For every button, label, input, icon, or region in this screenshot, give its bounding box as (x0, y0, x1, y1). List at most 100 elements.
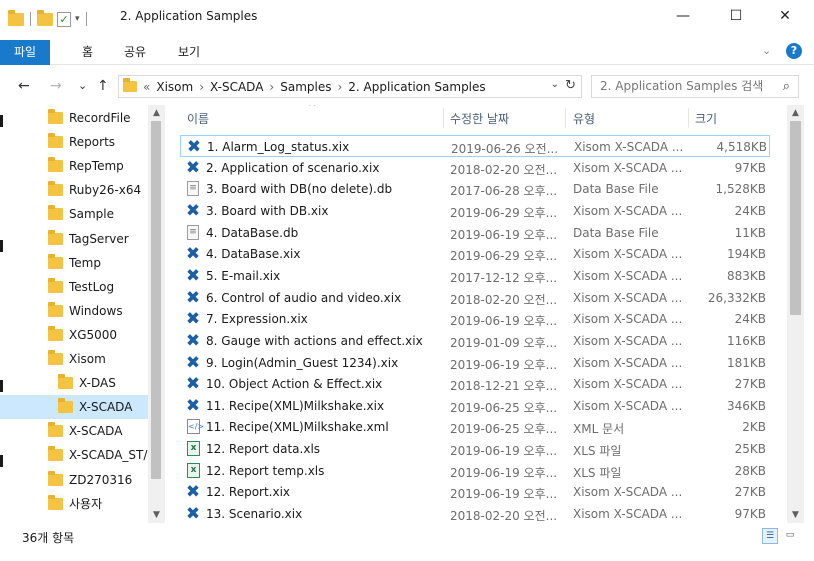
scroll-down-arrow-icon[interactable]: ▼ (787, 507, 804, 523)
column-header-type[interactable]: 유형 (573, 110, 595, 127)
file-row[interactable]: x 12. Report data.xls 2019-06-19 오후... XLS … (180, 438, 770, 460)
file-row[interactable]: ✖ 11. Recipe(XML)Milkshake.xix 2019-06-25 … (180, 395, 770, 417)
file-row[interactable]: ✖ 7. Expression.xix 2019-06-19 오후... Xisom … (180, 308, 770, 330)
file-name: 9. Login(Admin_Guest 1234).xix (206, 355, 399, 370)
large-icons-view-icon[interactable]: ▭ (782, 528, 798, 544)
tab-view[interactable]: 보기 (178, 41, 200, 63)
folder-icon (48, 109, 63, 124)
maximize-button[interactable]: ☐ (713, 0, 759, 32)
file-list-scrollbar-thumb[interactable] (790, 121, 801, 315)
breadcrumb-application-samples[interactable]: 2. Application Samples (348, 80, 485, 94)
file-row[interactable]: x 12. Report temp.xls 2019-06-19 오후... XLS … (180, 460, 770, 482)
sidebar-item[interactable]: RecordFile (0, 106, 148, 130)
file-type: Xisom X-SCADA ... (573, 355, 683, 370)
file-type: XLS 파일 (573, 465, 622, 480)
expand-ribbon-chevron-icon[interactable]: ⌄ (762, 44, 771, 57)
refresh-icon[interactable]: ↻ (565, 78, 576, 93)
xix-file-icon: ✖ (185, 309, 201, 330)
new-folder-icon[interactable] (37, 9, 53, 26)
file-row[interactable]: ✖ 6. Control of audio and video.xix 2018-0… (180, 287, 770, 309)
toolbar-divider (30, 12, 31, 26)
file-row[interactable]: ✖ 2. Application of scenario.xix 2018-02-2… (180, 157, 770, 179)
column-divider[interactable] (565, 108, 566, 128)
breadcrumb-separator-icon[interactable]: › (199, 80, 204, 94)
address-dropdown-icon[interactable]: ⌄ (551, 79, 559, 90)
item-count: 36개 항목 (22, 531, 75, 545)
breadcrumb-x-scada[interactable]: X-SCADA (210, 80, 263, 94)
breadcrumb-xisom[interactable]: Xisom (156, 80, 193, 94)
sidebar-item[interactable]: TestLog (0, 275, 148, 299)
file-name: 1. Alarm_Log_status.xix (207, 140, 350, 154)
sidebar-item[interactable]: Windows (0, 299, 148, 323)
file-row[interactable]: ✖ 8. Gauge with actions and effect.xix 201… (180, 330, 770, 352)
column-header-date[interactable]: 수정한 날짜 (450, 110, 509, 127)
tab-file[interactable]: 파일 (0, 40, 50, 65)
sidebar-item[interactable]: Reports (0, 130, 148, 154)
scroll-up-arrow-icon[interactable]: ▲ (148, 105, 165, 121)
file-row[interactable]: ≡ 4. DataBase.db 2019-06-19 오후... Data Base… (180, 222, 770, 244)
help-icon[interactable]: ? (786, 43, 802, 59)
file-type: Xisom X-SCADA ... (573, 398, 683, 413)
address-bar[interactable]: « Xisom › X-SCADA › Samples › 2. Applica… (118, 75, 582, 98)
customize-dropdown-icon[interactable]: ▾ (75, 14, 80, 24)
sidebar-item-label: Ruby26-x64 (69, 183, 142, 198)
file-row[interactable]: ✖ 10. Object Action & Effect.xix 2018-12-2… (180, 373, 770, 395)
minimize-button[interactable]: — (660, 0, 706, 32)
breadcrumb-separator-icon[interactable]: › (269, 80, 274, 94)
file-row[interactable]: ≡ 3. Board with DB(no delete).db 2017-06-2… (180, 178, 770, 200)
file-row[interactable]: ✖ 3. Board with DB.xix 2019-06-29 오후... Xis… (180, 200, 770, 222)
sidebar-item[interactable]: ZD270316 (0, 468, 148, 492)
file-row[interactable]: ✖ 13. Scenario.xix 2018-02-20 오전... Xisom X… (180, 503, 770, 523)
sidebar-item[interactable]: Xisom (0, 347, 148, 371)
scroll-down-arrow-icon[interactable]: ▼ (148, 507, 165, 523)
sidebar-item[interactable]: Sample (0, 202, 148, 226)
close-button[interactable]: ✕ (762, 0, 808, 32)
sidebar-item[interactable]: XG5000 (0, 323, 148, 347)
sidebar-item[interactable]: X-SCADA_ST/ (0, 443, 148, 467)
sidebar-item[interactable]: RepTemp (0, 154, 148, 178)
search-input[interactable]: 2. Application Samples 검색 ⌕ (591, 75, 799, 98)
column-header-size[interactable]: 크기 (695, 110, 717, 127)
file-date: 2019-06-19 오후... (450, 357, 558, 372)
file-row[interactable]: ✖ 1. Alarm_Log_status.xix 2019-06-26 오전...… (180, 135, 770, 157)
scroll-up-arrow-icon[interactable]: ▲ (787, 105, 804, 121)
file-row[interactable]: </> 11. Recipe(XML)Milkshake.xml 2019-06-2… (180, 416, 770, 438)
address-overflow-icon[interactable]: « (143, 80, 150, 94)
folder-icon (48, 350, 63, 365)
tab-share[interactable]: 공유 (124, 41, 146, 63)
file-size: 24KB (734, 312, 766, 327)
search-icon[interactable]: ⌕ (783, 76, 790, 97)
sidebar-item[interactable]: X-SCADA (0, 419, 148, 443)
recent-locations-dropdown[interactable]: ⌄ (78, 79, 87, 92)
navigation-scrollbar-thumb[interactable] (151, 121, 161, 479)
sidebar-item[interactable]: 사용자 (0, 492, 148, 516)
file-type: Data Base File (573, 225, 659, 240)
sidebar-item[interactable]: Temp (0, 251, 148, 275)
sort-ascending-icon: ^ (308, 105, 317, 113)
column-header-name[interactable]: 이름 (187, 110, 209, 127)
breadcrumb-separator-icon[interactable]: › (337, 80, 342, 94)
file-row[interactable]: ✖ 5. E-mail.xix 2017-12-12 오후... Xisom X-SC… (180, 265, 770, 287)
properties-check-icon[interactable]: ✓ (57, 11, 71, 27)
back-button[interactable]: ← (18, 78, 30, 94)
file-row[interactable]: ✖ 4. DataBase.xix 2019-06-29 오후... Xisom X-… (180, 243, 770, 265)
details-view-icon[interactable]: ☰ (762, 528, 778, 544)
up-button[interactable]: ↑ (97, 78, 109, 94)
forward-button[interactable]: → (50, 78, 62, 94)
sidebar-item[interactable]: Ruby26-x64 (0, 178, 148, 202)
file-date: 2018-02-20 오전... (450, 509, 558, 523)
file-date: 2018-12-21 오후... (450, 379, 558, 394)
tab-home[interactable]: 홈 (82, 41, 93, 63)
file-row[interactable]: ✖ 9. Login(Admin_Guest 1234).xix 2019-06-1… (180, 352, 770, 374)
column-divider[interactable] (443, 108, 444, 128)
folder-icon[interactable] (8, 9, 24, 26)
sidebar-item[interactable]: X-SCADA (0, 395, 148, 420)
title-bar: ✓ ▾ 2. Application Samples — ☐ ✕ (0, 0, 814, 38)
file-name: 12. Report temp.xls (206, 463, 325, 478)
sidebar-item[interactable]: X-DAS (0, 371, 148, 395)
file-row[interactable]: ✖ 12. Report.xix 2019-06-19 오후... Xisom X-S… (180, 481, 770, 503)
breadcrumb-samples[interactable]: Samples (280, 80, 331, 94)
pane-edge-mark (0, 455, 3, 467)
column-divider[interactable] (688, 108, 689, 128)
sidebar-item[interactable]: TagServer (0, 227, 148, 251)
